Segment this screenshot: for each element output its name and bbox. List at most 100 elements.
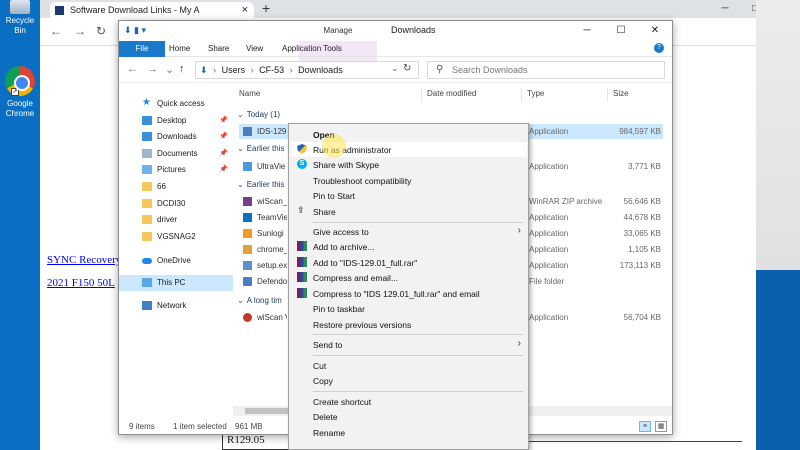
sidebar-item-66[interactable]: 66 xyxy=(119,179,233,195)
search-input[interactable]: ⚲ Search Downloads xyxy=(427,61,665,79)
menu-item-cut[interactable]: Cut xyxy=(291,358,527,373)
desktop-recycle-bin[interactable]: Recycle Bin xyxy=(0,0,40,36)
pin-icon: 📌 xyxy=(219,133,228,140)
menu-item-label: Give access to xyxy=(313,227,369,237)
menu-item-label: Compress to "IDS 129.01_full.rar" and em… xyxy=(313,289,480,299)
menu-item-pin-to-taskbar[interactable]: Pin to taskbar xyxy=(291,301,527,316)
manage-tab-label[interactable]: Manage xyxy=(299,26,377,35)
menu-item-rename[interactable]: Rename xyxy=(291,425,527,440)
menu-item-compress-and-email[interactable]: Compress and email... xyxy=(291,270,527,285)
minimize-icon[interactable]: ─ xyxy=(570,21,604,41)
file-name: UltraVie xyxy=(257,162,286,171)
tab-share[interactable]: Share xyxy=(208,44,229,53)
menu-item-create-shortcut[interactable]: Create shortcut xyxy=(291,394,527,409)
recycle-bin-label: Recycle Bin xyxy=(5,16,35,35)
tab-home[interactable]: Home xyxy=(169,44,190,53)
menu-item-copy[interactable]: Copy xyxy=(291,373,527,388)
close-tab-icon[interactable]: × xyxy=(242,4,248,16)
file-type: Application xyxy=(529,213,569,222)
menu-item-add-to-archive[interactable]: Add to archive... xyxy=(291,239,527,254)
up-arrow-icon[interactable]: ↑ xyxy=(179,63,185,75)
column-divider[interactable] xyxy=(607,88,608,102)
sidebar-item-this-pc[interactable]: This PC xyxy=(119,275,233,291)
menu-item-share[interactable]: ⇪ Share xyxy=(291,204,527,219)
file-size: 173,113 KB xyxy=(619,261,661,270)
recent-locations-icon[interactable]: ⌄ xyxy=(165,63,174,76)
menu-separator xyxy=(313,355,523,356)
new-tab-icon[interactable]: + xyxy=(262,0,270,16)
shortcut-arrow-icon: ↗ xyxy=(11,88,19,96)
sidebar-item-label: driver xyxy=(157,215,178,224)
file-size: 984,597 KB xyxy=(619,127,661,136)
sidebar-item-driver[interactable]: driver xyxy=(119,212,233,228)
sync-recovery-link[interactable]: SYNC Recovery xyxy=(47,254,121,266)
group-header-earlier-this-week[interactable]: ⌄ Earlier this xyxy=(237,144,285,153)
menu-item-send-to[interactable]: Send to › xyxy=(291,337,527,352)
chevron-down-icon: ⌄ xyxy=(237,180,244,189)
file-name: Sunlogi xyxy=(257,229,284,238)
back-arrow-icon[interactable]: ← xyxy=(127,63,138,75)
documents-folder-icon xyxy=(142,149,152,158)
sidebar-item-dcdi30[interactable]: DCDI30 xyxy=(119,196,233,212)
tab-view[interactable]: View xyxy=(246,44,263,53)
tab-file[interactable]: File xyxy=(119,41,165,57)
menu-item-delete[interactable]: Delete xyxy=(291,409,527,424)
breadcrumb-downloads[interactable]: Downloads xyxy=(298,65,343,75)
menu-item-give-access-to[interactable]: Give access to › xyxy=(291,224,527,239)
group-header-a-long-time-ago[interactable]: ⌄ A long tim xyxy=(237,296,282,305)
address-row: ← → ⌄ ↑ ⬇ › Users › CF-53 › Downloads ⌄ … xyxy=(119,57,672,83)
column-divider[interactable] xyxy=(421,88,422,102)
menu-separator xyxy=(313,334,523,335)
column-header-date[interactable]: Date modified xyxy=(427,86,476,102)
details-view-icon[interactable]: ≡ xyxy=(639,421,651,432)
back-arrow-icon[interactable]: ← xyxy=(50,24,62,38)
group-header-earlier-this-month[interactable]: ⌄ Earlier this xyxy=(237,180,285,189)
chevron-right-icon: › xyxy=(517,225,521,236)
forward-arrow-icon[interactable]: → xyxy=(74,24,86,38)
sidebar-item-label: OneDrive xyxy=(157,256,191,265)
tab-application-tools[interactable]: Application Tools xyxy=(282,44,342,53)
menu-item-pin-to-start[interactable]: Pin to Start xyxy=(291,188,527,203)
menu-item-add-to-rar[interactable]: Add to "IDS-129.01_full.rar" xyxy=(291,255,527,270)
menu-item-restore-previous-versions[interactable]: Restore previous versions xyxy=(291,317,527,332)
column-header-name[interactable]: Name xyxy=(239,86,260,102)
column-header-size[interactable]: Size xyxy=(613,86,629,102)
reload-icon[interactable]: ↻ xyxy=(96,24,106,38)
refresh-icon[interactable]: ↻ xyxy=(403,63,411,74)
browser-tab[interactable]: Software Download Links - My A × xyxy=(50,2,254,18)
file-size: 1,105 KB xyxy=(628,245,661,254)
sidebar-item-desktop[interactable]: Desktop 📌 xyxy=(119,113,233,129)
column-header-type[interactable]: Type xyxy=(527,86,544,102)
menu-item-label: Add to "IDS-129.01_full.rar" xyxy=(313,258,418,268)
file-type: Application xyxy=(529,245,569,254)
maximize-icon[interactable]: ☐ xyxy=(604,21,638,41)
address-bar[interactable]: ⬇ › Users › CF-53 › Downloads xyxy=(195,61,419,79)
large-icons-view-icon[interactable]: ▦ xyxy=(655,421,667,432)
close-icon[interactable]: ✕ xyxy=(638,21,672,41)
sidebar-item-downloads[interactable]: Downloads 📌 xyxy=(119,129,233,145)
mouse-cursor-highlight xyxy=(322,134,346,158)
menu-item-troubleshoot-compatibility[interactable]: Troubleshoot compatibility xyxy=(291,173,527,188)
sidebar-item-quick-access[interactable]: ★ Quick access xyxy=(119,96,233,112)
breadcrumb-users[interactable]: Users xyxy=(222,65,246,75)
sidebar-item-documents[interactable]: Documents 📌 xyxy=(119,146,233,162)
sidebar-item-label: This PC xyxy=(157,278,186,287)
desktop-google-chrome[interactable]: ↗ Google Chrome xyxy=(0,66,40,119)
group-header-today[interactable]: ⌄ Today (1) xyxy=(237,110,280,119)
breadcrumb-cf53[interactable]: CF-53 xyxy=(259,65,284,75)
menu-item-compress-to-rar-and-email[interactable]: Compress to "IDS 129.01_full.rar" and em… xyxy=(291,286,527,301)
sidebar-item-vgsnag2[interactable]: VGSNAG2 xyxy=(119,229,233,245)
quick-access-toolbar[interactable]: ⬇ ▮ ▾ xyxy=(124,25,146,36)
sidebar-item-pictures[interactable]: Pictures 📌 xyxy=(119,162,233,178)
help-icon[interactable]: ? xyxy=(654,43,664,53)
sidebar-item-label: 66 xyxy=(157,182,166,191)
f150-link[interactable]: 2021 F150 50L xyxy=(47,277,115,289)
sidebar-item-network[interactable]: Network xyxy=(119,298,233,314)
file-size: 44,678 KB xyxy=(623,213,661,222)
menu-item-share-with-skype[interactable]: S Share with Skype xyxy=(291,157,527,172)
minimize-icon[interactable]: ─ xyxy=(710,0,740,18)
sidebar-item-onedrive[interactable]: OneDrive xyxy=(119,253,233,269)
address-dropdown-icon[interactable]: ⌄ xyxy=(391,63,399,74)
forward-arrow-icon[interactable]: → xyxy=(147,63,158,75)
column-divider[interactable] xyxy=(521,88,522,102)
